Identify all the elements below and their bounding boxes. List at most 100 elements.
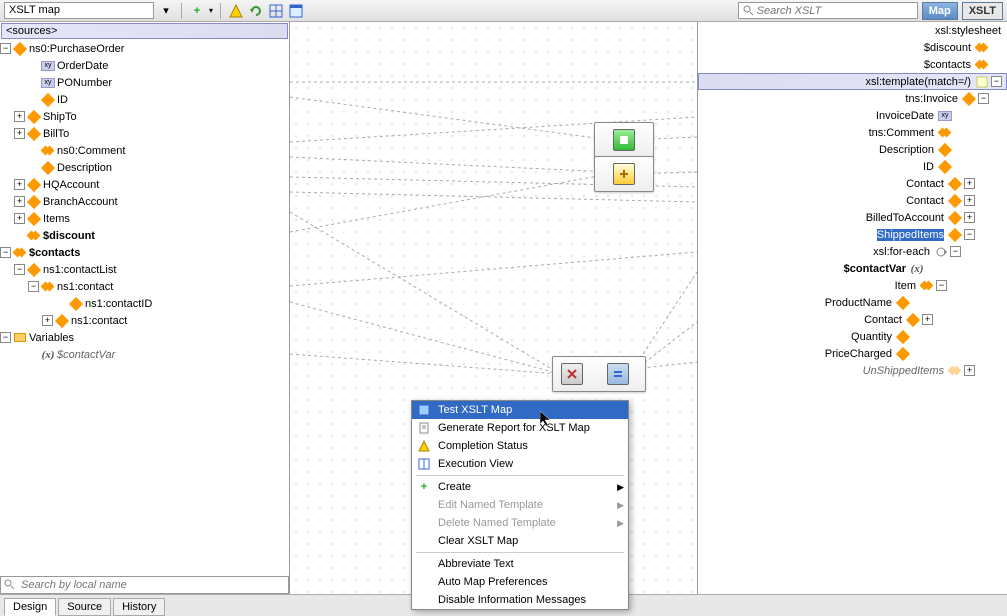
sources-header[interactable]: <sources> [1,23,288,39]
canvas-function-box[interactable] [594,122,654,158]
tree-node[interactable]: ns0:Comment [57,145,125,157]
expand-icon[interactable]: + [922,314,933,325]
menu-create[interactable]: +Create▶ [412,478,628,496]
tree-node[interactable]: xsl:template(match=/) [866,76,971,88]
tree-node[interactable]: HQAccount [43,179,99,191]
tree-node[interactable]: ID [923,161,934,173]
tree-node[interactable]: ns1:contact [71,315,127,327]
tree-node[interactable]: ProductName [825,297,892,309]
expand-icon[interactable]: − [964,229,975,240]
context-menu: Test XSLT Map Generate Report for XSLT M… [411,400,629,610]
tree-node[interactable]: Items [43,213,70,225]
tab-source[interactable]: Source [58,598,111,616]
tool-warn-icon[interactable] [228,3,244,19]
menu-automap-prefs[interactable]: Auto Map Preferences [412,573,628,591]
tree-node[interactable]: Contact [864,314,902,326]
tree-node[interactable]: BillTo [43,128,69,140]
tree-node[interactable]: PriceCharged [825,348,892,360]
tree-node[interactable]: OrderDate [57,60,108,72]
map-mode-button[interactable]: Map [922,2,958,20]
report-icon [416,420,432,436]
expand-icon[interactable]: − [936,280,947,291]
map-title-field[interactable]: XSLT map [4,2,154,19]
expand-icon[interactable]: − [950,246,961,257]
expand-icon[interactable]: − [28,281,39,292]
tree-node[interactable]: Contact [906,195,944,207]
tree-node[interactable]: tns:Comment [869,127,934,139]
expand-icon[interactable]: − [978,93,989,104]
plus-icon: + [416,479,432,495]
filter-input[interactable] [0,576,289,594]
expand-icon[interactable]: + [964,365,975,376]
tree-node[interactable]: ns0:PurchaseOrder [29,43,124,55]
menu-completion-status[interactable]: Completion Status [412,437,628,455]
add-icon[interactable]: + [189,3,205,19]
tree-node[interactable]: $contacts [924,59,971,71]
tree-node[interactable]: Quantity [851,331,892,343]
foreach-icon [934,245,948,259]
tree-node[interactable]: InvoiceDate [876,110,934,122]
expand-icon[interactable]: + [14,213,25,224]
tab-design[interactable]: Design [4,598,56,616]
tree-node[interactable]: Item [895,280,916,292]
canvas-function-box[interactable] [552,356,646,392]
expand-icon[interactable]: + [42,315,53,326]
tree-node-selected[interactable]: ShippedItems [877,229,944,241]
tree-node[interactable]: BranchAccount [43,196,118,208]
tree-node[interactable]: xsl:stylesheet [935,25,1001,37]
search-input[interactable] [738,2,918,19]
tree-node[interactable]: BilledToAccount [866,212,944,224]
menu-abbreviate[interactable]: Abbreviate Text [412,555,628,573]
expand-icon[interactable]: − [0,43,11,54]
menu-clear-map[interactable]: Clear XSLT Map [412,532,628,550]
submenu-arrow-icon: ▶ [617,482,624,493]
tree-node[interactable]: $discount [924,42,971,54]
expand-icon[interactable]: + [14,111,25,122]
tool-refresh-icon[interactable] [248,3,264,19]
tree-node[interactable]: PONumber [57,77,112,89]
tree-node[interactable]: $discount [43,230,95,242]
tree-node[interactable]: UnShippedItems [863,365,944,377]
search-icon [3,578,15,593]
expand-icon[interactable]: − [14,264,25,275]
menu-disable-info[interactable]: Disable Information Messages [412,591,628,609]
expand-icon[interactable]: + [14,196,25,207]
source-tree-panel: <sources> −ns0:PurchaseOrder xyOrderDate… [0,22,290,594]
menu-execution-view[interactable]: Execution View [412,455,628,473]
tree-node[interactable]: Description [57,162,112,174]
tree-node[interactable]: ns1:contact [57,281,113,293]
delete-icon[interactable] [561,363,583,385]
tool-window-icon[interactable] [288,3,304,19]
tree-node[interactable]: ns1:contactList [43,264,116,276]
dropdown-icon[interactable]: ▾ [158,3,174,19]
tree-node[interactable]: Contact [906,178,944,190]
tree-node[interactable]: $contactVar [57,349,115,361]
tree-node[interactable]: ns1:contactID [85,298,152,310]
menu-generate-report[interactable]: Generate Report for XSLT Map [412,419,628,437]
expand-icon[interactable]: − [0,332,11,343]
search-icon [742,4,754,19]
tree-node[interactable]: $contactVar [844,263,906,275]
expand-icon[interactable]: + [14,128,25,139]
menu-edit-template: Edit Named Template▶ [412,496,628,514]
menu-test-xslt[interactable]: Test XSLT Map [412,401,628,419]
tree-node[interactable]: tns:Invoice [905,93,958,105]
xslt-mode-button[interactable]: XSLT [962,2,1003,20]
expand-icon[interactable]: + [964,195,975,206]
expand-icon[interactable]: + [964,212,975,223]
expand-icon[interactable]: − [0,247,11,258]
menu-delete-template: Delete Named Template▶ [412,514,628,532]
tree-node[interactable]: $contacts [29,247,80,259]
canvas-function-box[interactable] [594,156,654,192]
expand-icon[interactable]: + [964,178,975,189]
tree-node[interactable]: Variables [29,332,74,344]
tree-node[interactable]: Description [879,144,934,156]
expand-icon[interactable]: + [14,179,25,190]
tab-history[interactable]: History [113,598,165,616]
tree-node[interactable]: ID [57,94,68,106]
equals-icon[interactable] [607,363,629,385]
tree-node[interactable]: ShipTo [43,111,77,123]
tool-grid-icon[interactable] [268,3,284,19]
expand-icon[interactable]: − [991,76,1002,87]
tree-node[interactable]: xsl:for-each [873,246,930,258]
